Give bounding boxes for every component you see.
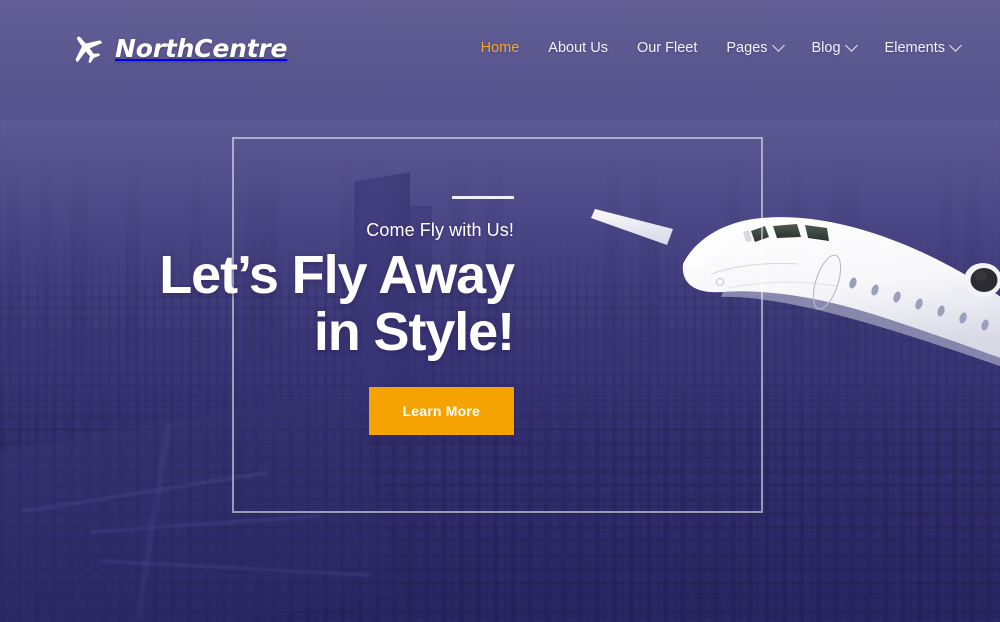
hero-title-line-1: Let’s Fly Away [159, 245, 515, 305]
nav-item-pages[interactable]: Pages [726, 38, 785, 56]
airplane-icon [75, 36, 102, 64]
brand-logo[interactable]: NorthCentre [70, 32, 288, 64]
nav-label: Home [480, 40, 520, 56]
site-header: NorthCentre Home About Us Our Fleet Page… [0, 0, 1000, 96]
nav-label: About Us [548, 40, 608, 56]
nav-item-about-us[interactable]: About Us [548, 40, 608, 56]
nav-label: Our Fleet [636, 40, 698, 56]
hero-title: Let’s Fly Away in Style! [0, 245, 515, 363]
nav-label: Pages [726, 40, 768, 56]
nav-item-our-fleet[interactable]: Our Fleet [637, 40, 697, 56]
main-navigation: Home About Us Our Fleet Pages Blog Eleme… [481, 38, 962, 56]
hero-divider-rule [452, 196, 514, 199]
learn-more-button[interactable]: Learn More [368, 387, 514, 436]
hero-section: NorthCentre Home About Us Our Fleet Page… [0, 0, 1000, 622]
hero-cta-row: Learn More [0, 387, 514, 436]
chevron-down-icon [844, 38, 858, 52]
nav-label: Blog [811, 40, 841, 56]
brand-name: NorthCentre [115, 33, 288, 63]
hero-subtitle: Come Fly with Us! [366, 220, 514, 240]
chevron-down-icon [771, 38, 785, 52]
nav-item-elements[interactable]: Elements [884, 38, 962, 56]
hero-content: Come Fly with Us! Let’s Fly Away in Styl… [0, 196, 515, 436]
nav-label: Elements [884, 40, 945, 56]
nav-item-blog[interactable]: Blog [811, 38, 858, 56]
nav-item-home[interactable]: Home [481, 40, 520, 56]
chevron-down-icon [949, 38, 962, 52]
hero-title-line-2: in Style! [313, 302, 515, 363]
